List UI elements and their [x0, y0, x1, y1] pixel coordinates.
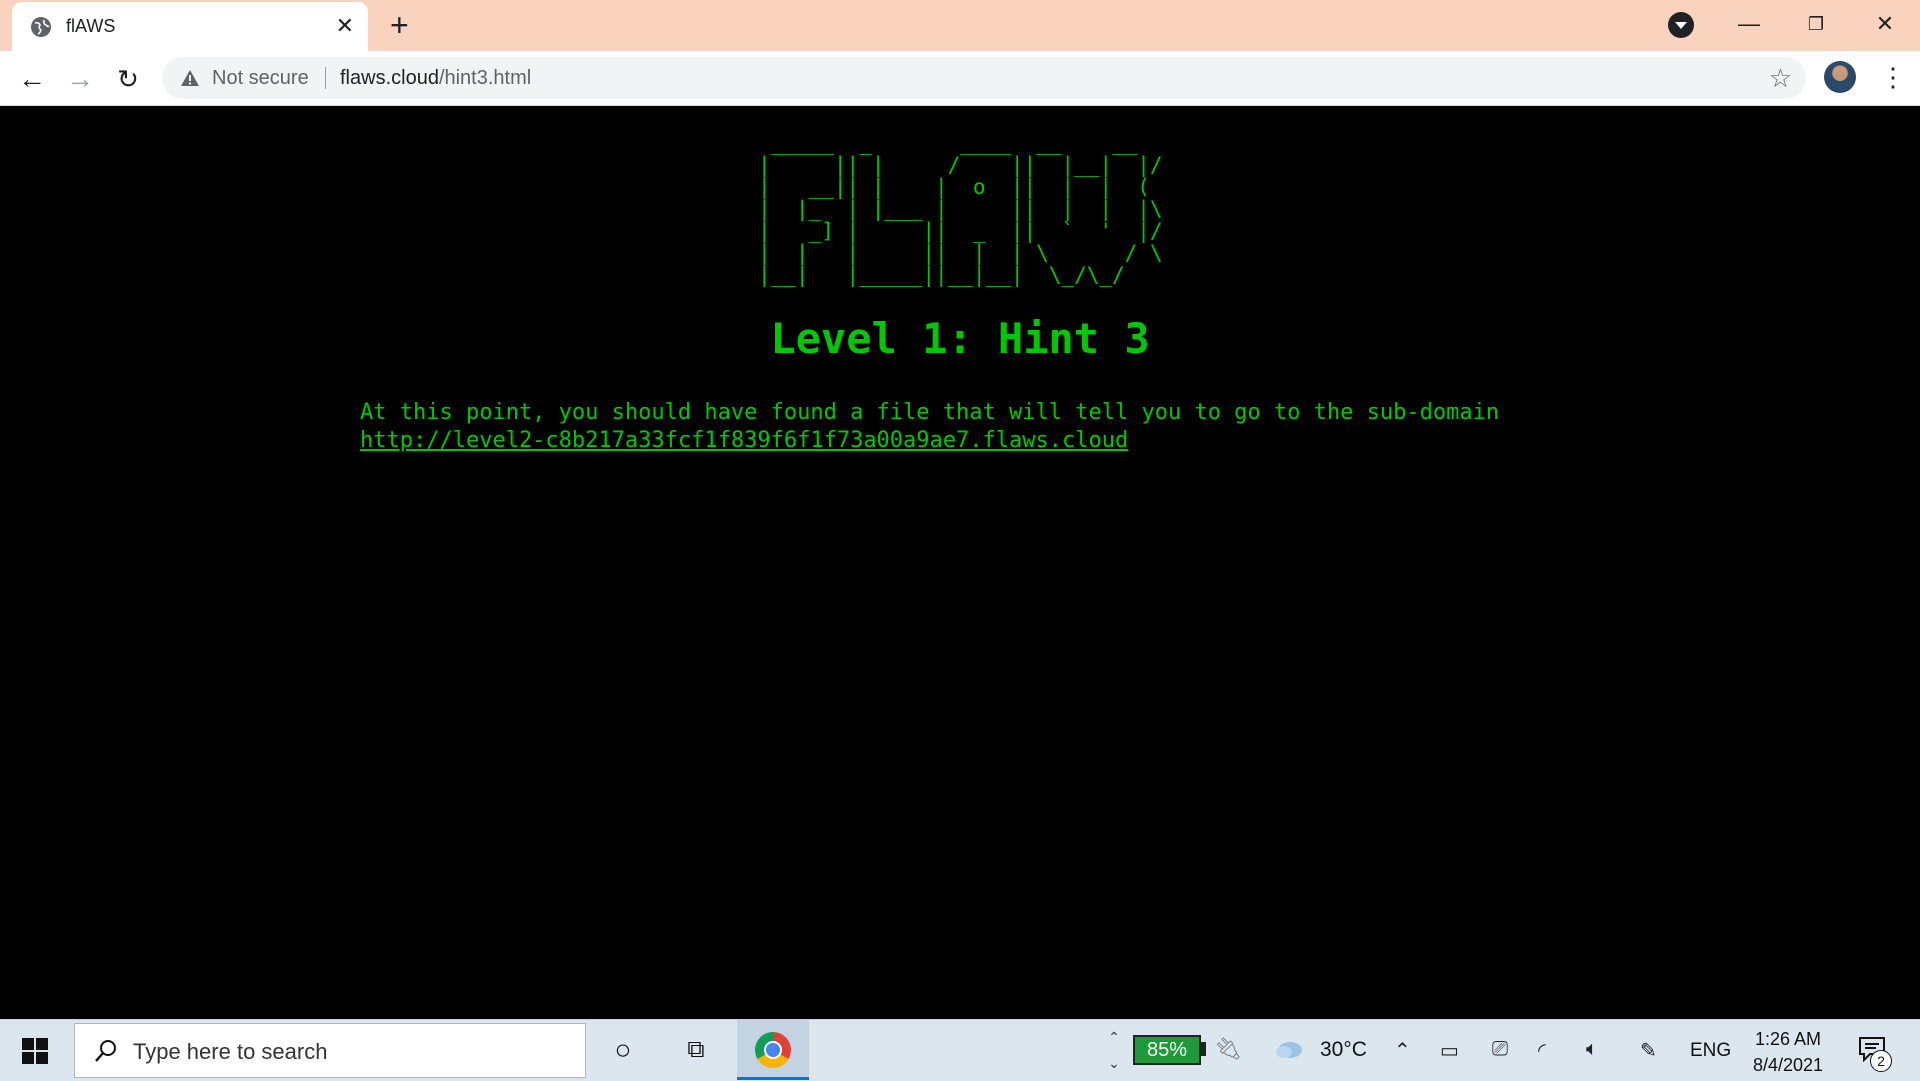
menu-icon[interactable]: ⋮ — [1880, 57, 1906, 97]
wifi-icon[interactable]: ◜ — [1538, 1038, 1546, 1063]
page-title: Level 1: Hint 3 — [770, 314, 1150, 363]
notification-count: 2 — [1870, 1050, 1892, 1072]
search-icon — [95, 1040, 116, 1062]
search-placeholder: Type here to search — [133, 1039, 328, 1064]
clock-time: 1:26 AM — [1754, 1029, 1822, 1049]
profile-avatar[interactable] — [1824, 61, 1856, 93]
taskbar: Type here to search ○ ⧉ ⌃ ⌄ 85% 🔌︎ 30°C ⌃… — [0, 1019, 1920, 1081]
battery-tray-icon[interactable]: ▭ — [1440, 1038, 1459, 1063]
clock-date: 8/4/2021 — [1752, 1055, 1824, 1075]
tab-title: flAWS — [66, 16, 116, 36]
pen-icon[interactable]: ✎ — [1640, 1038, 1657, 1063]
chrome-icon — [755, 1032, 791, 1068]
address-bar[interactable]: Not secure flaws.cloud/hint3.html ☆ — [162, 57, 1806, 99]
task-view-icon[interactable]: ⧉ — [680, 1034, 712, 1066]
url-separator — [325, 67, 326, 89]
page-content: _____ _ ____ __ __ _____| || | / || |__|… — [0, 106, 1920, 1019]
language-indicator[interactable]: ENG — [1690, 1040, 1731, 1062]
logo-line: |__| |_____||__|__| \_/\_/ \___| — [758, 263, 1163, 288]
chrome-taskbar-button[interactable] — [737, 1020, 809, 1080]
browser-tab[interactable]: flAWS ✕ — [12, 2, 368, 51]
volume-icon[interactable]: 🔈︎ — [1586, 1038, 1598, 1061]
tab-search-icon[interactable] — [1668, 12, 1694, 38]
tab-bar: flAWS ✕ + — ❐ ✕ — [0, 0, 1920, 51]
security-label[interactable]: Not secure — [212, 67, 309, 90]
tab-close-icon[interactable]: ✕ — [336, 12, 354, 40]
new-tab-icon[interactable]: + — [390, 8, 409, 42]
forward-icon[interactable]: → — [62, 61, 98, 97]
weather-cloud-icon[interactable] — [1274, 1038, 1304, 1060]
level2-link[interactable]: http://level2-c8b217a33fcf1f839f6f1f73a0… — [360, 428, 1128, 453]
restore-icon[interactable]: ❐ — [1791, 6, 1841, 42]
clock[interactable]: 1:26 AM 8/4/2021 — [1750, 1026, 1826, 1078]
svg-text:_____ _ ____ __ __: _____ _ ____ __ __ _____| || | / || |__|… — [758, 132, 1163, 288]
hint-text: At this point, you should have found a f… — [360, 400, 1500, 425]
url-path: /hint3.html — [438, 67, 532, 89]
tray-scroll-arrows[interactable]: ⌃ ⌄ — [1104, 1024, 1124, 1078]
globe-icon — [31, 17, 51, 37]
plug-icon: 🔌︎ — [1214, 1036, 1242, 1061]
taskbar-search-input[interactable]: Type here to search — [74, 1023, 586, 1078]
battery-percentage[interactable]: 85% — [1133, 1035, 1201, 1065]
battery-tip — [1201, 1042, 1206, 1056]
url-text[interactable]: flaws.cloud/hint3.html — [340, 67, 531, 90]
minimize-icon[interactable]: — — [1724, 6, 1774, 42]
flaws-ascii-logo: _____ _ ____ __ __ _____| || | / || |__|… — [758, 132, 1163, 288]
windows-start-icon[interactable] — [22, 1038, 48, 1064]
browser-toolbar: ← → ↻ Not secure flaws.cloud/hint3.html … — [0, 51, 1920, 106]
close-window-icon[interactable]: ✕ — [1860, 6, 1910, 42]
temperature[interactable]: 30°C — [1320, 1038, 1367, 1062]
url-host: flaws.cloud — [340, 67, 439, 89]
back-icon[interactable]: ← — [14, 61, 50, 97]
logo-line: _____ _ ____ __ __ _____ — [758, 132, 1163, 155]
show-hidden-icons-icon[interactable]: ⌃ — [1394, 1038, 1411, 1063]
warning-icon — [181, 70, 199, 86]
reload-icon[interactable]: ↻ — [110, 61, 146, 97]
meet-now-icon[interactable]: ⎚ — [1492, 1038, 1508, 1061]
cortana-icon[interactable]: ○ — [607, 1034, 639, 1066]
bookmark-star-icon[interactable]: ☆ — [1769, 63, 1792, 94]
